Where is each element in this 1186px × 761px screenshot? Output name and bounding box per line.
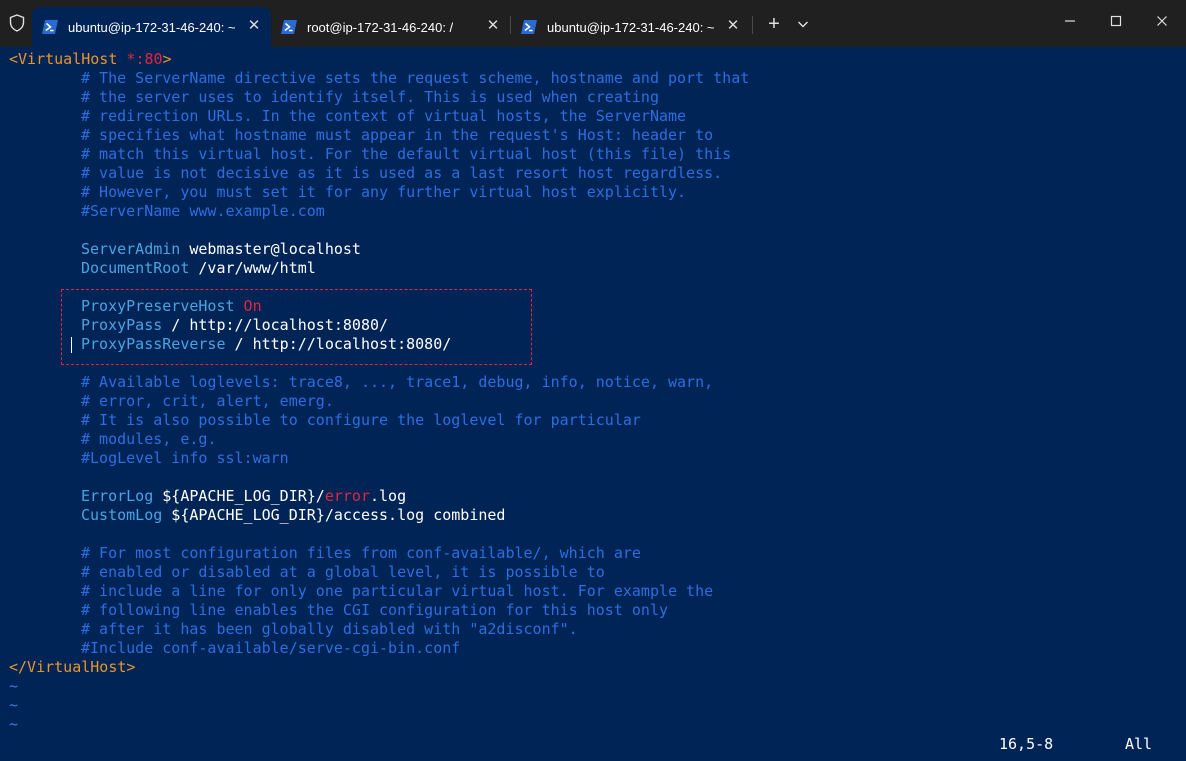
- comment-line: #Include conf-available/serve-cgi-bin.co…: [81, 639, 461, 657]
- scroll-indicator: All: [1125, 735, 1153, 753]
- comment-line: # For most configuration files from conf…: [81, 544, 641, 562]
- cursor-position: 16,5-8: [999, 735, 1054, 753]
- comment-line: # error, crit, alert, emerg.: [81, 392, 334, 410]
- close-icon[interactable]: ✕: [247, 18, 261, 33]
- vhost-close-line: </VirtualHost>: [9, 658, 136, 676]
- tab-ubuntu-home-2[interactable]: ubuntu@ip-172-31-46-240: ~ ✕: [511, 7, 750, 47]
- server-admin-line: ServerAdmin webmaster@localhost: [81, 240, 361, 258]
- minimize-icon[interactable]: [1057, 10, 1083, 32]
- comment-line: # enabled or disabled at a global level,…: [81, 563, 605, 581]
- vhost-open-line: <VirtualHost *:80>: [9, 50, 172, 68]
- tab-separator: [752, 16, 753, 34]
- comment-line: #LogLevel info ssl:warn: [81, 449, 289, 467]
- custom-log-line: CustomLog ${APACHE_LOG_DIR}/access.log c…: [81, 506, 506, 524]
- tab-root[interactable]: root@ip-172-31-46-240: / ✕: [271, 7, 510, 47]
- terminal-area[interactable]: <VirtualHost *:80> # The ServerName dire…: [0, 47, 1186, 761]
- comment-line: # after it has been globally disabled wi…: [81, 620, 578, 638]
- comment-line: # redirection URLs. In the context of vi…: [81, 107, 687, 125]
- empty-line-tilde: ~: [9, 677, 19, 695]
- window-close-icon[interactable]: [1149, 10, 1175, 32]
- comment-line: # include a line for only one particular…: [81, 582, 714, 600]
- comment-line: # match this virtual host. For the defau…: [81, 145, 732, 163]
- title-bar: ubuntu@ip-172-31-46-240: ~ ✕ root@ip-172…: [0, 0, 1186, 47]
- close-icon[interactable]: ✕: [726, 18, 740, 33]
- close-icon[interactable]: ✕: [486, 18, 500, 33]
- maximize-icon[interactable]: [1103, 10, 1129, 32]
- comment-line: # However, you must set it for any furth…: [81, 183, 687, 201]
- comment-line: # following line enables the CGI configu…: [81, 601, 668, 619]
- empty-line-tilde: ~: [9, 715, 19, 733]
- powershell-icon: [281, 19, 297, 35]
- comment-line: # value is not decisive as it is used as…: [81, 164, 723, 182]
- powershell-icon: [521, 19, 537, 35]
- document-root-line: DocumentRoot /var/www/html: [81, 259, 316, 277]
- comment-line: # the server uses to identify itself. Th…: [81, 88, 659, 106]
- comment-line: #ServerName www.example.com: [81, 202, 325, 220]
- powershell-icon: [42, 19, 58, 35]
- tab-ubuntu-home-1[interactable]: ubuntu@ip-172-31-46-240: ~ ✕: [32, 7, 271, 47]
- comment-line: # It is also possible to configure the l…: [81, 411, 641, 429]
- empty-line-tilde: ~: [9, 696, 19, 714]
- chevron-down-icon[interactable]: [793, 14, 813, 34]
- shield-icon[interactable]: [6, 12, 28, 34]
- comment-line: # modules, e.g.: [81, 430, 217, 448]
- comment-line: # The ServerName directive sets the requ…: [81, 69, 750, 87]
- tab-label: root@ip-172-31-46-240: /: [307, 19, 454, 35]
- proxy-highlight-box: [61, 289, 532, 365]
- tab-label: ubuntu@ip-172-31-46-240: ~: [68, 19, 236, 35]
- comment-line: # Available loglevels: trace8, ..., trac…: [81, 373, 714, 391]
- text-cursor: [71, 337, 72, 353]
- comment-line: # specifies what hostname must appear in…: [81, 126, 714, 144]
- error-log-line: ErrorLog ${APACHE_LOG_DIR}/error.log: [81, 487, 407, 505]
- tab-label: ubuntu@ip-172-31-46-240: ~: [547, 19, 715, 35]
- plus-icon[interactable]: +: [763, 13, 785, 35]
